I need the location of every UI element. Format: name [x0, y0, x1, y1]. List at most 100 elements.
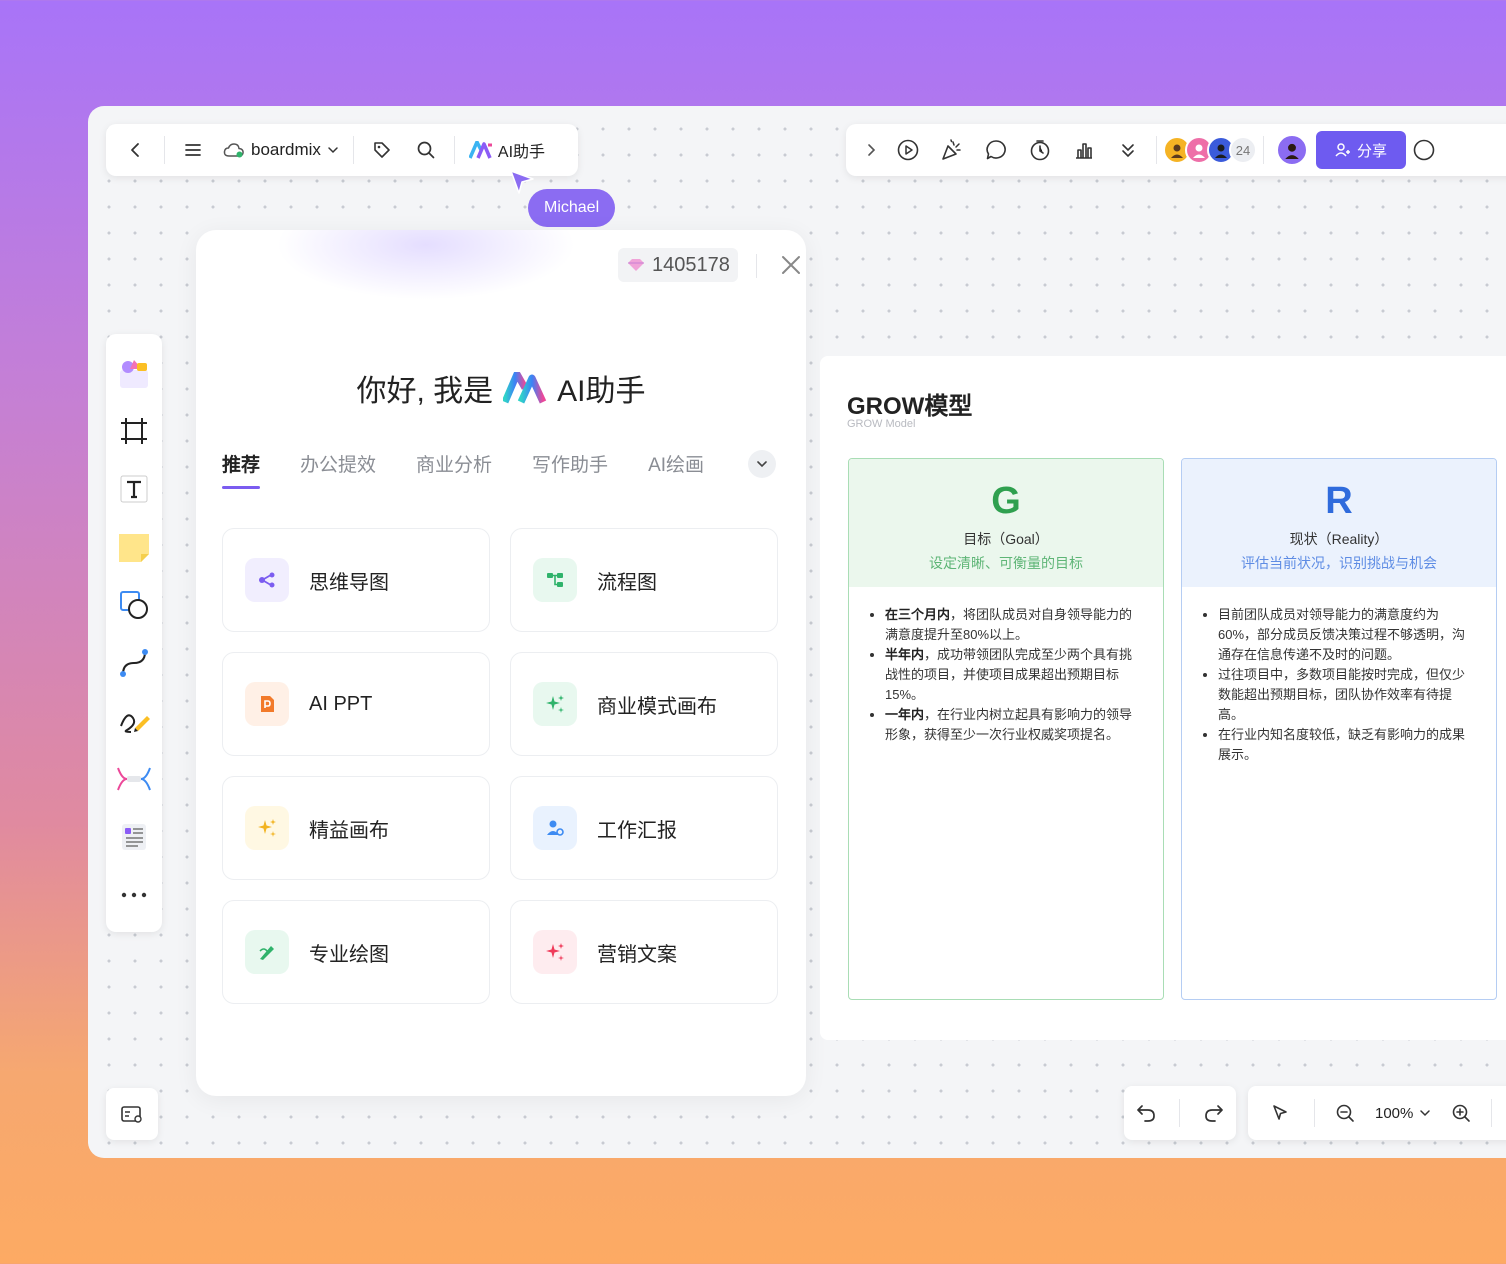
redo-icon[interactable]: [1203, 1102, 1225, 1124]
ai-feature-label: 工作汇报: [597, 819, 677, 842]
board-window[interactable]: boardmix AI助手 Michael 24 分享 1405178 你好, …: [88, 106, 1506, 1158]
celebrate-button[interactable]: [930, 130, 974, 170]
grow-card-item: 一年内，在行业内树立起具有影响力的领导形象，获得至少一次行业权威奖项提名。: [885, 705, 1141, 745]
search-button[interactable]: [404, 130, 448, 170]
report-icon: [533, 806, 577, 850]
chevron-down-icon: [1420, 1110, 1431, 1117]
ai-feature-card[interactable]: 思维导图: [222, 528, 490, 632]
zoom-out-icon: [1336, 1104, 1354, 1122]
grow-card-item: 在行业内知名度较低，缺乏有影响力的成果展示。: [1218, 725, 1474, 765]
grow-subtitle: GROW Model: [847, 418, 916, 430]
ai-feature-label: AI PPT: [309, 692, 373, 715]
grow-card[interactable]: G 目标（Goal） 设定清晰、可衡量的目标 在三个月内，将团队成员对自身领导能…: [848, 458, 1164, 1000]
divider: [164, 136, 165, 164]
more-dots-icon: [121, 892, 147, 898]
grow-card-desc: 设定清晰、可衡量的目标: [929, 555, 1083, 571]
tab-office[interactable]: 办公提效: [300, 450, 376, 489]
templates-tool[interactable]: [112, 344, 156, 402]
ai-feature-card[interactable]: 工作汇报: [510, 776, 778, 880]
grow-card-item: 过往项目中，多数项目能按时完成，但仅少数能超出预期目标，团队协作效率有待提高。: [1218, 665, 1474, 725]
text-tool[interactable]: [112, 460, 156, 518]
more-tools[interactable]: [112, 866, 156, 924]
ai-assistant-panel: 1405178 你好, 我是 AI助手 推荐 办公提效 商业分析 写作助手 AI…: [196, 230, 806, 1096]
tabs-expand-button[interactable]: [748, 450, 776, 478]
undo-icon[interactable]: [1135, 1102, 1157, 1124]
ai-assistant-button[interactable]: AI助手: [461, 138, 553, 162]
sticky-note-tool[interactable]: [112, 518, 156, 576]
back-button[interactable]: [114, 130, 158, 170]
select-tool-button[interactable]: [1258, 1093, 1302, 1133]
close-icon[interactable]: [780, 254, 802, 276]
shape-tool[interactable]: [112, 576, 156, 634]
left-toolbar: [106, 334, 162, 932]
ai-feature-label: 专业绘图: [309, 943, 389, 966]
tab-ai-drawing[interactable]: AI绘画: [648, 450, 704, 489]
chevron-down-icon: [328, 147, 338, 154]
grow-card-item: 在三个月内，将团队成员对自身领导能力的满意度提升至80%以上。: [885, 605, 1141, 645]
comment-button[interactable]: [974, 130, 1018, 170]
document-tool[interactable]: [112, 808, 156, 866]
board-name-dropdown[interactable]: boardmix: [215, 140, 347, 160]
ai-feature-card[interactable]: 专业绘图: [222, 900, 490, 1004]
tag-button[interactable]: [360, 130, 404, 170]
user-avatar-icon: [1285, 143, 1299, 159]
ai-feature-card[interactable]: AI PPT: [222, 652, 490, 756]
member-avatars[interactable]: 24: [1163, 136, 1257, 164]
vote-button[interactable]: [1062, 130, 1106, 170]
ai-feature-label: 流程图: [597, 571, 657, 594]
frame-tool[interactable]: [112, 402, 156, 460]
grow-title: GROW模型: [847, 393, 973, 420]
mindmap-tool[interactable]: [112, 750, 156, 808]
credits-badge[interactable]: 1405178: [618, 248, 738, 282]
tab-recommend[interactable]: 推荐: [222, 450, 261, 489]
pen-tool[interactable]: [112, 692, 156, 750]
grow-card[interactable]: R 现状（Reality） 评估当前状况，识别挑战与机会 目前团队成员对领导能力…: [1181, 458, 1497, 1000]
cloud-icon: [223, 143, 244, 158]
menu-button[interactable]: [171, 130, 215, 170]
ai-feature-card[interactable]: 精益画布: [222, 776, 490, 880]
grow-card-letter: G: [991, 480, 1021, 522]
divider: [1156, 136, 1157, 164]
comment-icon: [986, 140, 1006, 160]
zoom-level-dropdown[interactable]: 100%: [1369, 1105, 1437, 1122]
ai-feature-card[interactable]: 商业模式画布: [510, 652, 778, 756]
board-name: boardmix: [251, 140, 321, 159]
zoom-out-button[interactable]: [1327, 1093, 1363, 1133]
zoom-in-button[interactable]: [1443, 1093, 1479, 1133]
member-count: 24: [1229, 136, 1257, 164]
greeting-suffix: AI助手: [557, 375, 646, 408]
user-avatar-icon: [1171, 144, 1183, 158]
document-icon: [122, 824, 146, 850]
share-label: 分享: [1356, 142, 1387, 160]
more-tools-button[interactable]: [1106, 130, 1150, 170]
grow-card-list: 目前团队成员对领导能力的满意度约为60%，部分成员反馈决策过程不够透明，沟通存在…: [1182, 587, 1496, 765]
ai-feature-label: 营销文案: [597, 943, 677, 966]
grow-card-item: 目前团队成员对领导能力的满意度约为60%，部分成员反馈决策过程不够透明，沟通存在…: [1218, 605, 1474, 665]
minimap-button[interactable]: [106, 1088, 158, 1140]
help-button[interactable]: [1406, 130, 1442, 170]
collapse-toolbar-button[interactable]: [856, 130, 886, 170]
present-button[interactable]: [886, 130, 930, 170]
divider: [453, 136, 455, 164]
divider: [756, 254, 757, 278]
tab-writing[interactable]: 写作助手: [532, 450, 608, 489]
current-user-avatar[interactable]: [1276, 134, 1308, 166]
text-icon: [120, 475, 148, 503]
grow-card-label: 目标（Goal）: [963, 531, 1049, 547]
ai-greeting: 你好, 我是 AI助手: [196, 366, 806, 410]
chevron-right-icon: [868, 144, 876, 156]
tab-business[interactable]: 商业分析: [416, 450, 492, 489]
connector-tool[interactable]: [112, 634, 156, 692]
grow-model-frame[interactable]: GROW模型 GROW Model G 目标（Goal） 设定清晰、可衡量的目标…: [820, 356, 1506, 1040]
credits-value: 1405178: [652, 253, 730, 276]
divider: [1314, 1099, 1315, 1127]
ai-feature-card[interactable]: 营销文案: [510, 900, 778, 1004]
shapes-icon: [120, 591, 148, 619]
panel-glow: [276, 230, 576, 300]
ai-feature-label: 思维导图: [309, 571, 389, 594]
divider: [1263, 136, 1264, 164]
ai-feature-card[interactable]: 流程图: [510, 528, 778, 632]
share-button[interactable]: 分享: [1316, 131, 1406, 169]
timer-button[interactable]: [1018, 130, 1062, 170]
double-chevron-down-icon: [1122, 144, 1134, 158]
